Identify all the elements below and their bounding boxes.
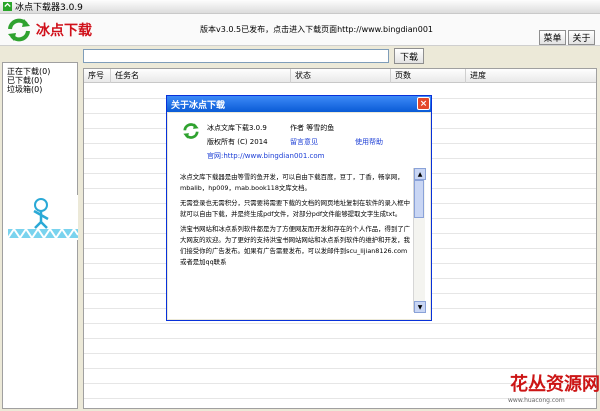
category-trash[interactable]: 垃圾箱(0)	[7, 84, 42, 95]
watermark-url: www.huacong.com	[508, 397, 565, 404]
refresh-logo-icon	[8, 18, 30, 42]
column-pages[interactable]: 页数	[391, 69, 466, 83]
app-version: 冰点文库下载3.0.9	[207, 124, 267, 132]
list-gridline	[84, 323, 596, 324]
watermark-site-name: 花丛资源网	[510, 374, 600, 395]
about-dialog-title: 关于冰点下载	[171, 100, 226, 111]
copyright: 版权所有 (C) 2014	[207, 138, 268, 146]
scroll-up-icon[interactable]: ▲	[414, 168, 426, 180]
website-label: 官网:	[207, 152, 224, 160]
task-list-header: 序号 任务名 状态 页数 进度	[84, 69, 596, 83]
column-progress[interactable]: 进度	[466, 69, 596, 83]
menu-button[interactable]: 菜单	[539, 30, 566, 45]
close-icon[interactable]: ×	[417, 97, 430, 110]
about-button[interactable]: 关于	[568, 30, 595, 45]
about-paragraph-1: 冰点文库下载器是由等雪的鱼开发，可以自由下载百度，豆丁，丁香，畅享网，mbali…	[180, 173, 404, 192]
window-titlebar: 冰点下载器3.0.9	[0, 0, 600, 14]
help-link[interactable]: 使用帮助	[355, 137, 383, 147]
column-status[interactable]: 状态	[291, 69, 391, 83]
url-input[interactable]	[83, 49, 389, 63]
download-button[interactable]: 下载	[394, 48, 424, 64]
window-title: 冰点下载器3.0.9	[15, 3, 83, 13]
column-index[interactable]: 序号	[84, 69, 111, 83]
feedback-link[interactable]: 留言意见	[290, 137, 318, 147]
app-icon	[3, 2, 12, 11]
mascot-illustration	[8, 195, 78, 240]
website-row: 官网:http://www.bingdian001.com	[207, 151, 324, 161]
list-gridline	[84, 338, 596, 339]
about-text: 冰点文库下载器是由等雪的鱼开发，可以自由下载百度，豆丁，丁香，畅享网，mbali…	[180, 172, 412, 308]
scroll-down-icon[interactable]: ▼	[414, 301, 426, 313]
website-link[interactable]: http://www.bingdian001.com	[223, 152, 324, 160]
scroll-thumb[interactable]	[414, 180, 424, 218]
about-dialog-titlebar: 关于冰点下载	[167, 96, 431, 112]
refresh-app-icon	[183, 123, 199, 139]
column-task-name[interactable]: 任务名	[111, 69, 291, 83]
update-notice-link[interactable]: 版本v3.0.5已发布，点击进入下载页面http://www.bingdian0…	[200, 24, 433, 35]
author: 作者 等雪的鱼	[290, 124, 335, 132]
app-name: 冰点下载	[36, 23, 92, 39]
about-paragraph-2: 无需登录也无需积分，只需要将需要下载的文档的网页地址复制在软件的录入框中就可以自…	[180, 199, 411, 218]
about-paragraph-3: 洪宝书网站和冰点系列软件都是为了方便网友而开发和存在的个人作品，得到了广大网友的…	[180, 225, 411, 266]
